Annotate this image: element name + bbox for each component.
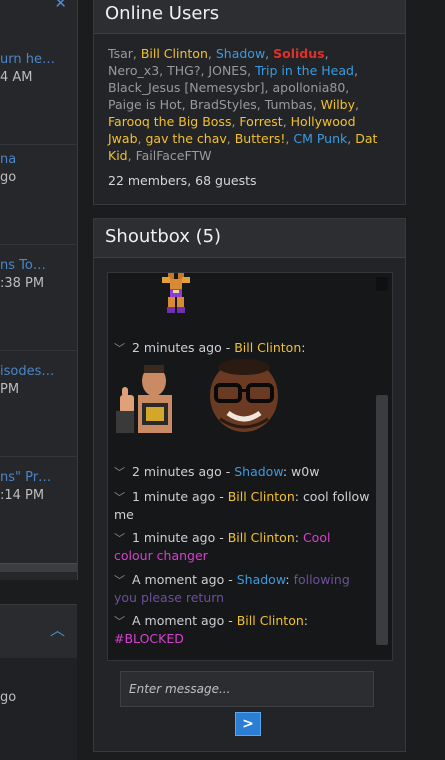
chevron-down-icon[interactable]: ﹀ bbox=[114, 530, 132, 547]
block-title: Online Users bbox=[105, 3, 220, 24]
shout-text: #BLOCKED bbox=[114, 631, 184, 646]
shout-separator: - bbox=[224, 613, 237, 628]
left-panel-body: go bbox=[0, 658, 77, 760]
shout-time: 1 minute ago bbox=[132, 489, 216, 504]
online-users-header: Online Users bbox=[94, 0, 405, 34]
online-users-block: Online Users Tsar, Bill Clinton, Shadow,… bbox=[93, 0, 406, 205]
left-item-title[interactable]: urn he… bbox=[0, 52, 55, 67]
online-user-link[interactable]: Farooq the Big Boss bbox=[108, 114, 231, 129]
online-user-link[interactable]: Butters! bbox=[235, 131, 286, 146]
block-title: Shoutbox (5) bbox=[105, 226, 222, 247]
chevron-down-icon[interactable]: ﹀ bbox=[114, 464, 132, 481]
shout-author[interactable]: Shadow bbox=[237, 572, 286, 587]
shout-author[interactable]: Bill Clinton bbox=[237, 613, 304, 628]
chevron-down-icon[interactable]: ﹀ bbox=[114, 340, 132, 357]
shout-message: ﹀ 1 minute ago - Bill Clinton: Cool colou… bbox=[114, 530, 331, 563]
left-panel-header: ︿ bbox=[0, 604, 77, 659]
online-user-link[interactable]: Tsar bbox=[108, 46, 133, 61]
chevron-down-icon[interactable]: ﹀ bbox=[114, 489, 132, 506]
shout-author[interactable]: Bill Clinton bbox=[234, 340, 301, 355]
shout-author[interactable]: Bill Clinton bbox=[228, 530, 295, 545]
shoutbox-block: Shoutbox (5) ﹀ 2 minutes ago - Bill Clint… bbox=[93, 218, 406, 752]
online-users-list: Tsar, Bill Clinton, Shadow, Solidus, Ner… bbox=[108, 46, 378, 163]
shout-separator: - bbox=[215, 530, 228, 545]
left-list-item[interactable]: isodes… PM bbox=[0, 350, 77, 457]
online-user-link[interactable]: apollonia80 bbox=[272, 80, 345, 95]
shout-time: 1 minute ago bbox=[132, 530, 216, 545]
left-scrollbar[interactable] bbox=[0, 563, 77, 572]
online-user-link[interactable]: Black_Jesus [Nemesysbr] bbox=[108, 80, 265, 95]
shout-time: A moment ago bbox=[132, 572, 225, 587]
shout-time: A moment ago bbox=[132, 613, 225, 628]
online-user-link[interactable]: gav the chav bbox=[145, 131, 226, 146]
online-user-link[interactable]: Wilby bbox=[321, 97, 355, 112]
shout-message: ﹀ A moment ago - Shadow: following you pl… bbox=[114, 572, 350, 605]
shout-message: ﹀ 1 minute ago - Bill Clinton: cool follo… bbox=[114, 489, 370, 522]
online-user-link[interactable]: Nero_x3 bbox=[108, 63, 159, 78]
left-item-title[interactable]: na bbox=[0, 152, 16, 167]
online-user-link[interactable]: Paige is Hot bbox=[108, 97, 182, 112]
online-user-link[interactable]: Solidus bbox=[273, 46, 324, 61]
online-user-link[interactable]: Trip in the Head bbox=[255, 63, 354, 78]
online-user-link[interactable]: CM Punk bbox=[293, 131, 347, 146]
glasses-face-photo-image bbox=[206, 359, 282, 433]
wrestler-sprite-image bbox=[162, 273, 190, 313]
left-item-title[interactable]: ns To… bbox=[0, 258, 46, 273]
left-panel-text: go bbox=[0, 690, 17, 705]
left-list-item[interactable]: ns To… :38 PM bbox=[0, 244, 77, 351]
chevron-down-icon[interactable]: ﹀ bbox=[114, 613, 132, 630]
left-list-item[interactable]: urn he… 4 AM bbox=[0, 38, 77, 145]
online-user-link[interactable]: Tumbas bbox=[265, 97, 313, 112]
left-item-time: 4 AM bbox=[0, 70, 33, 85]
shout-time: 2 minutes ago bbox=[132, 464, 222, 479]
collapse-icon[interactable]: ✕ bbox=[54, 0, 67, 12]
left-item-time: :38 PM bbox=[0, 276, 45, 291]
left-item-time: PM bbox=[0, 382, 20, 397]
online-user-link[interactable]: FailFaceFTW bbox=[136, 148, 212, 163]
shout-separator: - bbox=[221, 464, 235, 479]
shout-separator: - bbox=[221, 340, 235, 355]
shout-message-input[interactable] bbox=[120, 671, 374, 707]
left-item-time: :14 PM bbox=[0, 488, 45, 503]
online-user-link[interactable]: Bill Clinton bbox=[141, 46, 208, 61]
online-user-link[interactable]: JONES bbox=[208, 63, 247, 78]
shoutbox-header: Shoutbox (5) bbox=[94, 219, 405, 258]
scroll-up-button[interactable] bbox=[376, 277, 388, 291]
shout-author[interactable]: Bill Clinton bbox=[228, 489, 295, 504]
shout-separator: - bbox=[224, 572, 237, 587]
shout-author[interactable]: Shadow bbox=[234, 464, 283, 479]
shout-time: 2 minutes ago bbox=[132, 340, 222, 355]
left-panel: ✕ urn he… 4 AM na go ns To… :38 PM isode… bbox=[0, 0, 78, 580]
shout-separator: - bbox=[215, 489, 228, 504]
online-user-link[interactable]: BradStyles bbox=[190, 97, 257, 112]
chevron-up-icon[interactable]: ︿ bbox=[50, 619, 65, 640]
left-list-item[interactable]: na go bbox=[0, 138, 77, 245]
thumbs-up-photo-image bbox=[114, 359, 190, 433]
chevron-down-icon[interactable]: ﹀ bbox=[114, 572, 132, 589]
left-item-title[interactable]: isodes… bbox=[0, 364, 54, 379]
shout-message: ﹀ 2 minutes ago - Shadow: w0w bbox=[114, 464, 320, 481]
send-button[interactable]: > bbox=[235, 712, 261, 736]
shout-message: ﹀ A moment ago - Bill Clinton: #BLOCKED bbox=[114, 613, 308, 646]
left-item-title[interactable]: ns" Pr… bbox=[0, 470, 51, 485]
online-user-link[interactable]: THG? bbox=[167, 63, 200, 78]
left-list-item[interactable]: ns" Pr… :14 PM bbox=[0, 456, 77, 560]
scroll-thumb[interactable] bbox=[376, 395, 388, 645]
members-summary: 22 members, 68 guests bbox=[108, 173, 257, 188]
shout-message: ﹀ 2 minutes ago - Bill Clinton: bbox=[114, 340, 306, 357]
left-item-time: go bbox=[0, 170, 17, 185]
online-user-link[interactable]: Shadow bbox=[216, 46, 265, 61]
shout-text: w0w bbox=[291, 464, 320, 479]
online-user-link[interactable]: Forrest bbox=[239, 114, 282, 129]
shout-scrollbar[interactable] bbox=[376, 277, 388, 655]
shout-messages-area[interactable]: ﹀ 2 minutes ago - Bill Clinton: ﹀ 2 minu… bbox=[107, 272, 393, 661]
